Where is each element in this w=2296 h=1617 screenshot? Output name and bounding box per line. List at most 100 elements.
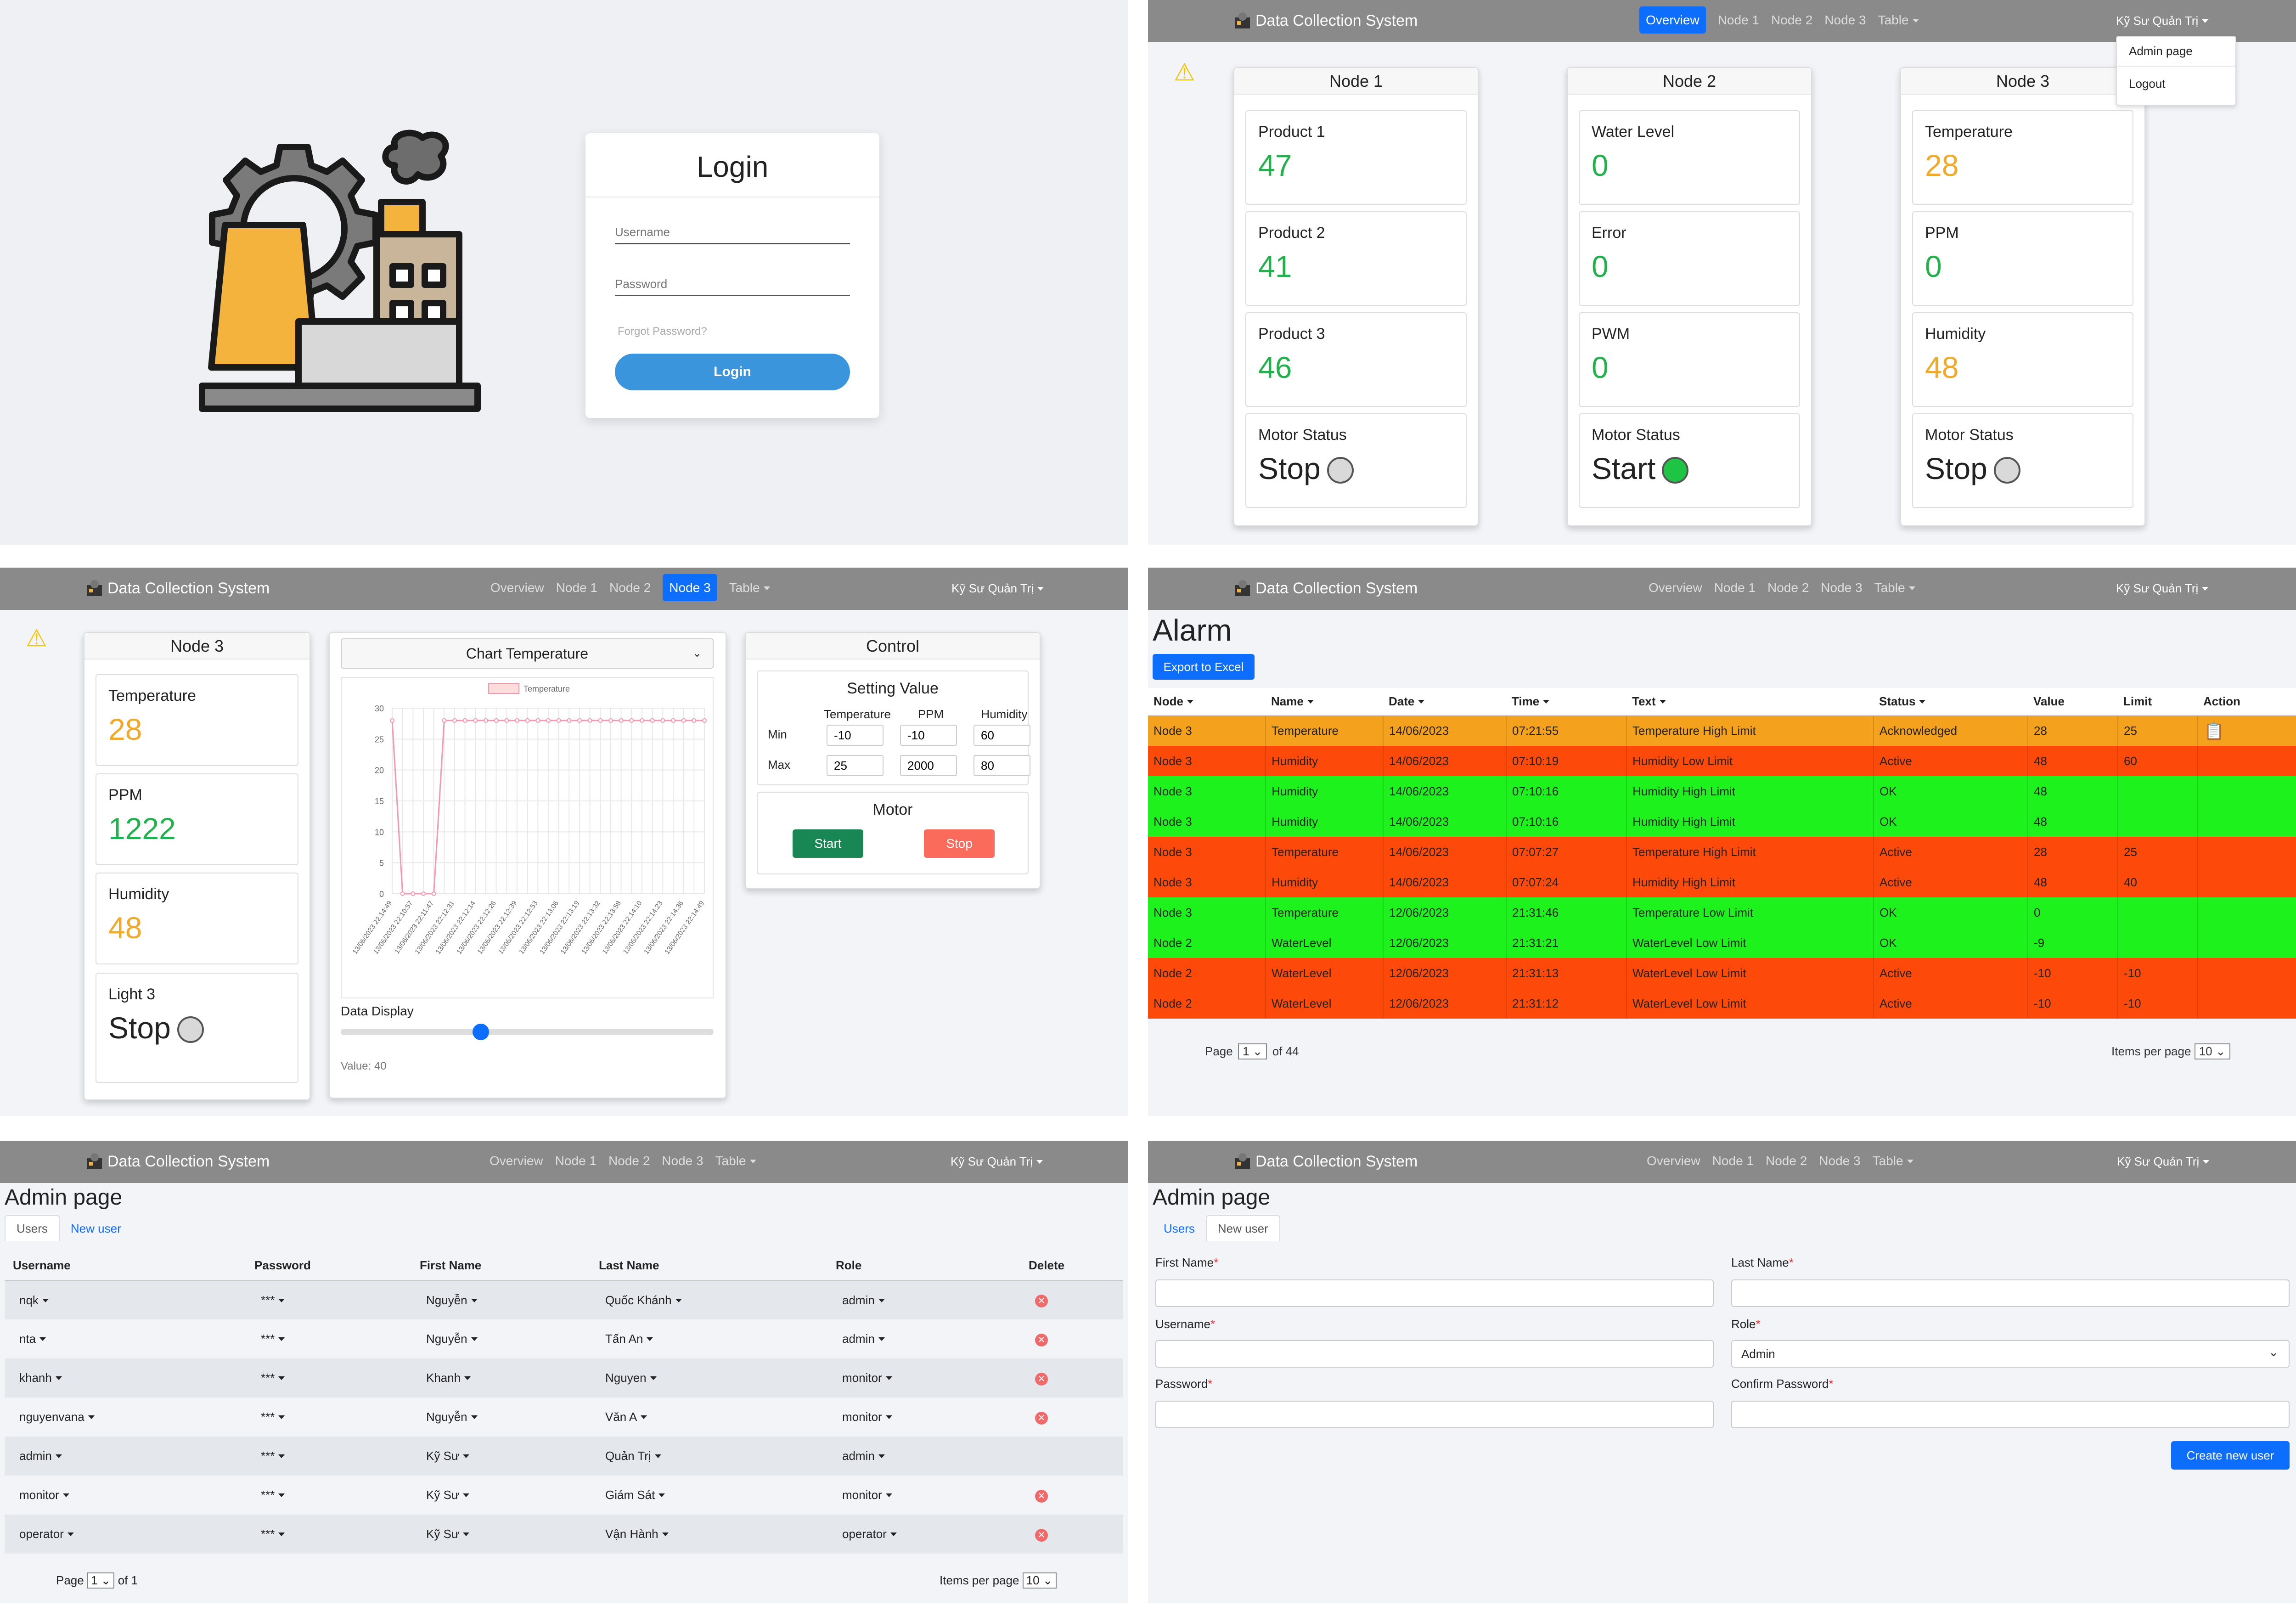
nav-node2[interactable]: Node 2 [1767, 580, 1809, 595]
acknowledge-clipboard-icon[interactable]: 📋 [2204, 721, 2224, 740]
forgot-password-link[interactable]: Forgot Password? [618, 325, 707, 338]
alarm-column-header[interactable]: Date [1383, 688, 1506, 716]
data-slider[interactable] [341, 1024, 714, 1040]
user-cell-dropdown[interactable]: admin [842, 1293, 885, 1307]
user-cell-dropdown[interactable]: *** [261, 1293, 285, 1307]
export-excel-button[interactable]: Export to Excel [1153, 654, 1255, 680]
motor-start-button[interactable]: Start [793, 829, 863, 858]
nav-node2[interactable]: Node 2 [1771, 13, 1812, 27]
user-cell-dropdown[interactable]: *** [261, 1332, 285, 1346]
user-cell-dropdown[interactable]: *** [261, 1410, 285, 1424]
tab-users[interactable]: Users [1153, 1216, 1206, 1241]
delete-icon[interactable]: ✕ [1035, 1372, 1048, 1386]
slider-thumb[interactable] [473, 1024, 490, 1040]
user-cell-dropdown[interactable]: Quản Trị [605, 1449, 661, 1463]
nav-node3[interactable]: Node 3 [663, 574, 717, 601]
user-cell-dropdown[interactable]: admin [842, 1332, 885, 1346]
nav-table[interactable]: Table [1874, 580, 1915, 595]
user-cell-dropdown[interactable]: Vận Hành [605, 1527, 669, 1541]
nav-node1[interactable]: Node 1 [556, 580, 597, 595]
alarm-column-header[interactable]: Status [1874, 688, 2028, 716]
page-select[interactable]: 1 ⌄ [87, 1572, 115, 1589]
user-cell-dropdown[interactable]: Quốc Khánh [605, 1293, 682, 1307]
min-input[interactable] [974, 725, 1030, 746]
nav-node2[interactable]: Node 2 [608, 1154, 650, 1168]
nav-node3[interactable]: Node 3 [1821, 580, 1862, 595]
user-cell-dropdown[interactable]: operator [19, 1527, 74, 1541]
nav-overview[interactable]: Overview [1649, 580, 1702, 595]
items-per-page-select[interactable]: 10 ⌄ [1022, 1572, 1057, 1589]
user-cell-dropdown[interactable]: monitor [19, 1488, 69, 1502]
delete-icon[interactable]: ✕ [1035, 1411, 1048, 1425]
tab-users[interactable]: Users [5, 1215, 60, 1241]
user-cell-dropdown[interactable]: Khanh [426, 1371, 471, 1385]
nav-node1[interactable]: Node 1 [1714, 580, 1756, 595]
tab-new-user[interactable]: New user [1205, 1215, 1280, 1241]
user-cell-dropdown[interactable]: nqk [19, 1293, 49, 1307]
delete-icon[interactable]: ✕ [1035, 1489, 1048, 1503]
confirm-password-input[interactable] [1731, 1401, 2290, 1428]
user-cell-dropdown[interactable]: *** [261, 1527, 285, 1541]
delete-icon[interactable]: ✕ [1035, 1333, 1048, 1347]
user-cell-dropdown[interactable]: *** [261, 1488, 285, 1502]
max-input[interactable] [900, 755, 957, 776]
user-menu[interactable]: Kỹ Sư Quản Trị [951, 581, 1044, 596]
alarm-column-header[interactable]: Time [1506, 688, 1626, 716]
nav-node1[interactable]: Node 1 [555, 1154, 597, 1168]
user-cell-dropdown[interactable]: Kỹ Sư [426, 1449, 469, 1463]
first-name-input[interactable] [1155, 1279, 1714, 1307]
brand[interactable]: Data Collection System [85, 1152, 270, 1171]
user-cell-dropdown[interactable]: Nguyễn [426, 1410, 478, 1424]
user-cell-dropdown[interactable]: admin [842, 1449, 885, 1463]
user-cell-dropdown[interactable]: monitor [842, 1410, 892, 1424]
nav-node3[interactable]: Node 3 [1819, 1154, 1860, 1168]
nav-table[interactable]: Table [1878, 13, 1919, 27]
alarm-column-header[interactable]: Node [1148, 688, 1266, 716]
max-input[interactable] [974, 755, 1030, 776]
nav-overview[interactable]: Overview [490, 1154, 543, 1168]
nav-node2[interactable]: Node 2 [1766, 1154, 1807, 1168]
password-input[interactable] [1155, 1401, 1714, 1428]
user-cell-dropdown[interactable]: Nguyen [605, 1371, 657, 1385]
user-cell-dropdown[interactable]: monitor [842, 1371, 892, 1385]
username-input[interactable] [1155, 1340, 1714, 1368]
min-input[interactable] [827, 725, 884, 746]
user-cell-dropdown[interactable]: Văn A [605, 1410, 647, 1424]
username-input[interactable] [615, 221, 850, 244]
user-cell-dropdown[interactable]: Nguyễn [426, 1332, 478, 1346]
nav-overview[interactable]: Overview [1647, 1154, 1700, 1168]
tab-new-user[interactable]: New user [60, 1216, 132, 1241]
user-cell-dropdown[interactable]: Kỹ Sư [426, 1488, 469, 1502]
nav-overview[interactable]: Overview [1639, 6, 1706, 34]
brand[interactable]: Data Collection System [1233, 11, 1418, 30]
dropdown-admin-page[interactable]: Admin page [2117, 37, 2235, 67]
user-menu[interactable]: Kỹ Sư Quản Trị [2117, 1155, 2209, 1169]
alarm-column-header[interactable]: Name [1266, 688, 1383, 716]
min-input[interactable] [900, 725, 957, 746]
nav-node2[interactable]: Node 2 [609, 580, 651, 595]
brand[interactable]: Data Collection System [1233, 579, 1418, 597]
user-cell-dropdown[interactable]: Nguyễn [426, 1293, 478, 1307]
delete-icon[interactable]: ✕ [1035, 1528, 1048, 1542]
user-cell-dropdown[interactable]: *** [261, 1371, 285, 1385]
delete-icon[interactable]: ✕ [1035, 1295, 1048, 1307]
nav-node1[interactable]: Node 1 [1712, 1154, 1754, 1168]
password-input[interactable] [615, 273, 850, 296]
user-cell-dropdown[interactable]: admin [19, 1449, 62, 1463]
max-input[interactable] [827, 755, 884, 776]
user-menu[interactable]: Kỹ Sư Quản Trị [2116, 14, 2208, 28]
user-cell-dropdown[interactable]: *** [261, 1449, 285, 1463]
brand[interactable]: Data Collection System [1233, 1152, 1418, 1171]
motor-stop-button[interactable]: Stop [924, 829, 995, 858]
nav-table[interactable]: Table [729, 580, 770, 595]
create-user-button[interactable]: Create new user [2171, 1441, 2290, 1470]
nav-node3[interactable]: Node 3 [1824, 13, 1866, 27]
brand[interactable]: Data Collection System [85, 579, 270, 597]
alarm-column-header[interactable]: Text [1626, 688, 1874, 716]
chart-select[interactable]: Chart Temperature ⌄ [341, 638, 714, 669]
login-button[interactable]: Login [615, 354, 850, 390]
user-cell-dropdown[interactable]: monitor [842, 1488, 892, 1502]
nav-node1[interactable]: Node 1 [1718, 13, 1759, 27]
user-cell-dropdown[interactable]: operator [842, 1527, 897, 1541]
user-cell-dropdown[interactable]: nta [19, 1332, 46, 1346]
